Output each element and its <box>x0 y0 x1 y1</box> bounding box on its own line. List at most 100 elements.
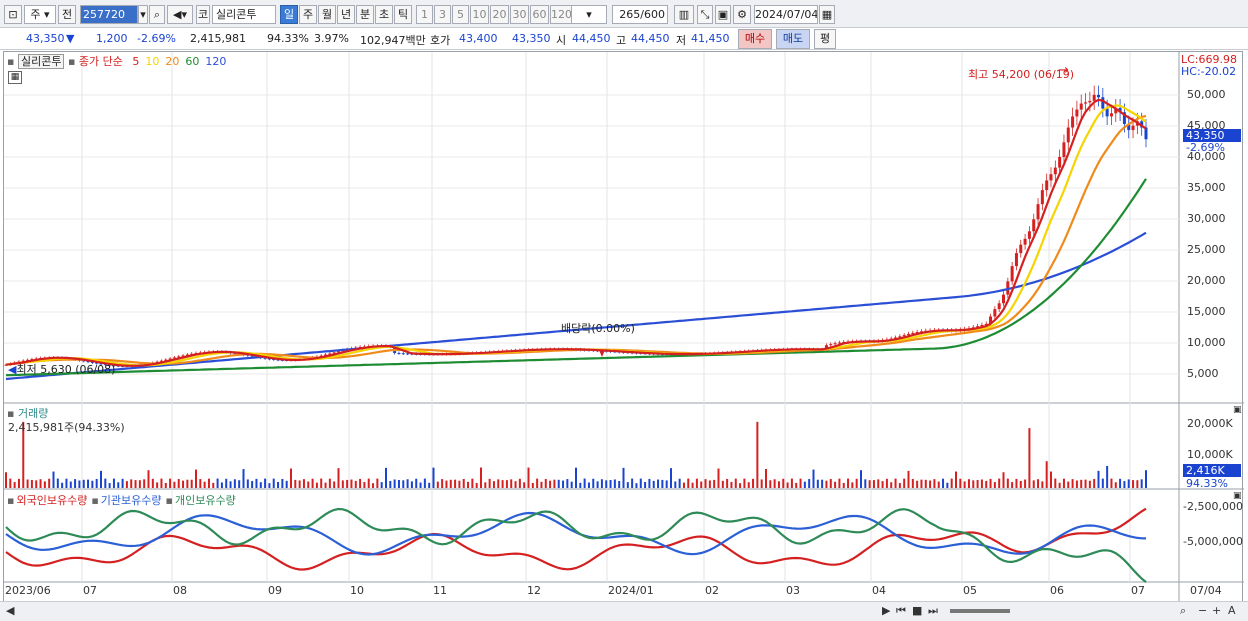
period-button[interactable]: 월 <box>318 5 336 24</box>
interval-button[interactable]: 20 <box>490 5 509 24</box>
stop-icon[interactable]: ■ <box>912 604 922 617</box>
candle-body <box>1027 231 1031 239</box>
period-button[interactable]: 일 <box>280 5 298 24</box>
stock-code-input[interactable]: 257720 <box>80 5 138 24</box>
grid-toggle-icon[interactable]: ▦ <box>8 71 22 84</box>
zoom-out-icon[interactable]: − <box>1198 604 1207 617</box>
volume-bar <box>78 480 81 488</box>
volume-bar <box>138 480 141 488</box>
volume-bar <box>1075 480 1078 488</box>
zoom-slider[interactable] <box>950 609 1010 613</box>
volume-bar <box>354 480 357 488</box>
volume-bar <box>1045 461 1048 488</box>
search-icon[interactable]: ⌕ <box>149 5 165 24</box>
draw-tool-icon[interactable]: ⤡ <box>697 5 713 24</box>
rewind-icon[interactable]: ⏮ <box>896 604 906 618</box>
volume-bar <box>497 479 500 488</box>
candle-type-icon[interactable]: ▥ <box>674 5 694 24</box>
volume-bar <box>363 482 366 488</box>
hc-value: HC:-20.02 <box>1181 65 1237 78</box>
zoom-in-icon[interactable]: + <box>1212 604 1221 617</box>
interval-button[interactable]: 30 <box>510 5 529 24</box>
interval-button[interactable]: 120 <box>550 5 572 24</box>
prev-button[interactable]: 전 <box>58 5 76 24</box>
volume-bar <box>946 482 949 488</box>
date-axis-label: 11 <box>433 584 447 597</box>
scroll-bar[interactable]: ◀ ▶ ⏮ ■ ⏭ ⌕ − + A <box>0 601 1248 621</box>
high-price: 44,450 <box>631 32 670 45</box>
interval-button[interactable]: 3 <box>434 5 451 24</box>
calendar-icon[interactable]: ▦ <box>819 5 835 24</box>
interval-button[interactable]: 1 <box>416 5 433 24</box>
buy-button[interactable]: 매수 <box>738 29 772 49</box>
volume-bar <box>52 471 55 488</box>
volume-bar <box>622 467 625 488</box>
volume-bar <box>1114 482 1117 488</box>
volume-bar <box>734 478 737 488</box>
candle-body <box>1092 94 1096 101</box>
settings-gear-icon[interactable]: ⚙ <box>733 5 751 24</box>
low-label: 저 <box>676 34 687 47</box>
volume-bar <box>238 480 241 488</box>
date-field[interactable]: 2024/07/04 <box>754 5 818 24</box>
volume-bar <box>385 467 387 488</box>
volume-bar <box>937 481 940 488</box>
period-button[interactable]: 년 <box>337 5 355 24</box>
candle-body <box>1053 167 1057 175</box>
period-button[interactable]: 주 <box>299 5 317 24</box>
stock-label[interactable]: 실리콘투 <box>17 54 65 69</box>
volume-bar <box>216 478 219 488</box>
zoom-icon[interactable]: ⌕ <box>1180 604 1186 618</box>
candle-body <box>1032 219 1036 232</box>
min-price-text: 최저 5,630 (06/08) <box>16 363 116 376</box>
volume-bar <box>1041 481 1044 488</box>
period-button[interactable]: 분 <box>356 5 374 24</box>
play-icon[interactable]: ⏭ <box>928 604 938 618</box>
scroll-right-icon[interactable]: ▶ <box>882 604 890 617</box>
volume-bar <box>264 478 267 488</box>
interval-button[interactable]: 60 <box>530 5 549 24</box>
volume-bar <box>35 480 38 488</box>
volume-bar <box>816 479 819 488</box>
save-icon[interactable]: ▣ <box>715 5 731 24</box>
interval-select[interactable]: ▾ <box>571 5 607 24</box>
candle-body <box>1071 116 1075 128</box>
sell-button[interactable]: 매도 <box>776 29 810 49</box>
volume-bar <box>406 479 409 488</box>
window-icon[interactable]: ⊡ <box>4 5 22 24</box>
volume-bar <box>916 480 919 488</box>
period-button[interactable]: 틱 <box>394 5 412 24</box>
data-count-field[interactable]: 265/600 <box>612 5 668 24</box>
volume-bar <box>1110 478 1113 488</box>
code-dropdown-icon[interactable]: ▾ <box>138 5 148 24</box>
interval-button[interactable]: 10 <box>470 5 489 24</box>
market-select[interactable]: 주 ▾ <box>24 5 56 24</box>
volume-bar <box>600 479 603 488</box>
panel-close-icon[interactable]: ▣ <box>1233 405 1242 415</box>
data-count-value: 265 <box>619 8 641 21</box>
volume-bar <box>272 478 275 488</box>
volume-bar <box>626 482 629 488</box>
eval-button[interactable]: 평 <box>814 29 836 49</box>
volume-bar <box>190 479 193 488</box>
candle-body <box>1010 266 1014 282</box>
period-button[interactable]: 초 <box>375 5 393 24</box>
volume-bar <box>69 481 72 488</box>
volume-bar <box>164 482 167 488</box>
stock-name-field[interactable]: 실리콘투 <box>212 5 276 24</box>
speaker-icon[interactable]: ◀▾ <box>167 5 193 24</box>
volume-bar <box>246 479 249 488</box>
interval-button[interactable]: 5 <box>452 5 469 24</box>
font-size-icon[interactable]: A <box>1228 604 1236 617</box>
candle-body <box>837 342 841 344</box>
volume-bar <box>743 478 746 488</box>
volume-bar <box>328 478 331 488</box>
holding-tick-label: -2,500,000 <box>1183 500 1243 513</box>
volume-bar <box>393 479 396 488</box>
scroll-left-icon[interactable]: ◀ <box>6 604 14 617</box>
volume-bar <box>583 478 586 488</box>
volume-bar <box>1132 480 1135 488</box>
open-label: 시 <box>556 34 567 47</box>
candle-body <box>1088 100 1092 103</box>
volume-bar <box>445 480 448 488</box>
